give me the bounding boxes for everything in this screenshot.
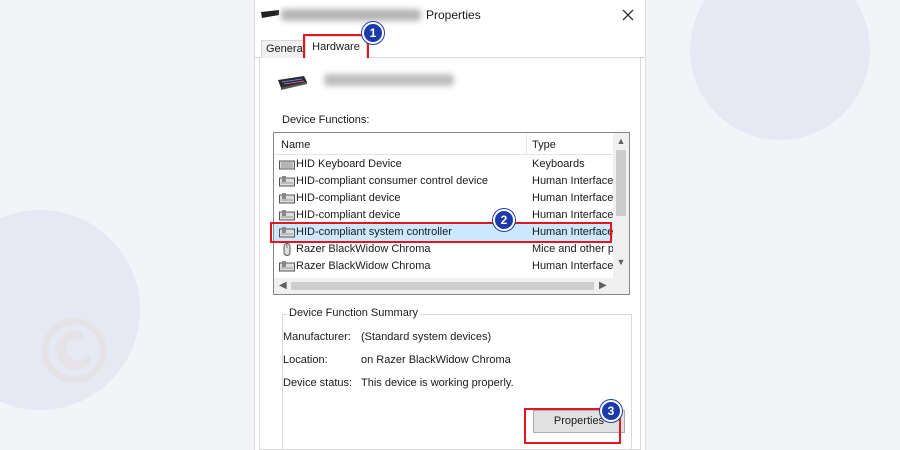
row-name: HID-compliant device [296,192,401,204]
row-name: HID-compliant consumer control device [296,175,488,187]
row-name: Razer BlackWidow Chroma [296,243,431,255]
blurred-device-name [324,74,454,86]
row-type: Human Interface [532,192,614,204]
location-label: Location: [283,354,328,366]
list-header: Name Type [274,133,614,155]
row-name: HID-compliant device [296,209,401,221]
scroll-up-icon[interactable]: ▲ [616,136,626,146]
hardware-panel: Device Functions: Name Type HID Keyboard… [259,58,641,450]
keyboard-icon [261,10,279,18]
device-functions-list[interactable]: Name Type HID Keyboard Device Keyboards … [273,132,630,295]
keyboard-icon [279,160,295,170]
hid-device-icon [279,176,295,187]
hid-device-icon [279,210,295,221]
step-badge-3: 3 [600,400,622,422]
status-value: This device is working properly. [361,377,514,389]
window-title: Properties [426,8,481,22]
scroll-right-icon[interactable]: ▶ [599,280,607,291]
list-item[interactable]: HID Keyboard Device Keyboards [274,156,614,173]
list-item-selected[interactable]: HID-compliant system controller Human In… [274,224,614,241]
tab-general[interactable]: General [261,40,311,58]
list-item[interactable]: HID-compliant consumer control device Hu… [274,173,614,190]
hid-device-icon [279,261,295,272]
row-type: Mice and other p [532,243,614,255]
horizontal-scroll-thumb[interactable] [291,282,594,290]
mouse-icon [283,243,291,256]
properties-dialog: Properties General Hardware Device Funct… [254,0,646,450]
device-function-summary: Device Function Summary Manufacturer: (S… [282,307,632,450]
column-name[interactable]: Name [281,139,310,151]
row-type: Human Interface [532,226,614,238]
row-name: HID Keyboard Device [296,158,402,170]
row-type: Human Interface [532,209,614,221]
vertical-scrollbar[interactable]: ▲ ▼ [613,133,629,279]
status-label: Device status: [283,377,353,389]
column-separator[interactable] [526,133,527,155]
tab-strip: General Hardware [255,34,645,61]
tab-hardware[interactable]: Hardware [303,34,369,61]
manufacturer-label: Manufacturer: [283,331,351,343]
summary-title: Device Function Summary [287,307,420,319]
close-icon [622,9,634,21]
step-badge-1: 1 [362,22,384,44]
close-button[interactable] [617,4,639,26]
row-type: Keyboards [532,158,585,170]
title-bar: Properties [255,0,645,30]
list-item[interactable]: HID-compliant device Human Interface [274,207,614,224]
list-item[interactable]: Razer BlackWidow Chroma Human Interface [274,258,614,275]
location-value: on Razer BlackWidow Chroma [361,354,511,366]
list-item[interactable]: Razer BlackWidow Chroma Mice and other p [274,241,614,258]
vertical-scroll-thumb[interactable] [616,150,626,216]
horizontal-scrollbar[interactable]: ◀ ▶ [274,278,629,294]
hid-device-icon [279,193,295,204]
device-functions-label: Device Functions: [282,114,370,126]
hid-device-icon [279,227,295,238]
column-type[interactable]: Type [532,139,556,151]
list-rows: HID Keyboard Device Keyboards HID-compli… [274,156,614,275]
step-badge-2: 2 [493,209,515,231]
row-name: Razer BlackWidow Chroma [296,260,431,272]
keyboard-device-icon [278,76,307,90]
manufacturer-value: (Standard system devices) [361,331,492,343]
scroll-down-icon[interactable]: ▼ [616,257,626,267]
row-type: Human Interface [532,260,614,272]
scroll-left-icon[interactable]: ◀ [279,280,287,291]
row-name: HID-compliant system controller [296,226,452,238]
list-item[interactable]: HID-compliant device Human Interface [274,190,614,207]
row-type: Human Interface [532,175,614,187]
blurred-device-name [281,9,421,21]
